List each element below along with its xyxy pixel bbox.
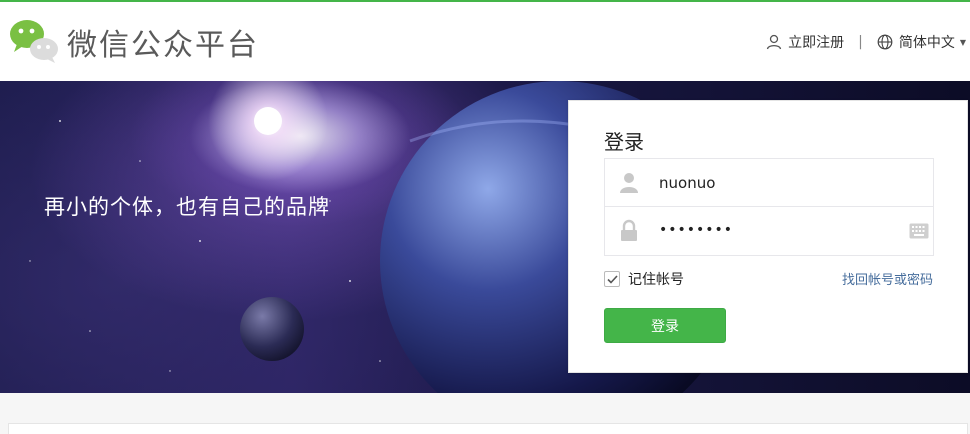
brand-title: 微信公众平台 <box>67 28 259 63</box>
register-label: 立即注册 <box>788 35 845 51</box>
language-label: 简体中文 <box>898 35 955 51</box>
remember-label: 记住帐号 <box>628 272 684 288</box>
header-nav: 立即注册 | 简体中文 ▼ <box>766 32 966 52</box>
nav-separator: | <box>858 34 863 50</box>
register-link[interactable]: 立即注册 <box>766 32 844 52</box>
user-icon <box>766 34 782 50</box>
wechat-logo-icon <box>10 20 58 63</box>
password-input[interactable] <box>659 222 899 238</box>
username-input[interactable] <box>659 174 899 192</box>
username-field[interactable] <box>604 158 934 207</box>
checkmark-icon <box>606 274 618 284</box>
keyboard-icon[interactable] <box>909 223 929 239</box>
person-icon <box>620 173 638 193</box>
content-card <box>8 423 968 434</box>
login-title: 登录 <box>604 130 644 154</box>
remember-account[interactable]: 记住帐号 <box>604 269 684 289</box>
login-button[interactable]: 登录 <box>604 308 726 343</box>
banner-tagline: 再小的个体，也有自己的品牌 <box>44 195 330 219</box>
lock-icon <box>621 219 637 241</box>
lower-section <box>0 393 970 434</box>
forgot-password-link[interactable]: 找回帐号或密码 <box>842 269 933 288</box>
login-panel: 登录 记住帐号 找回帐号或密码 登录 <box>568 100 968 373</box>
globe-icon <box>877 34 893 50</box>
password-field[interactable] <box>604 207 934 256</box>
language-selector[interactable]: 简体中文 ▼ <box>877 32 966 52</box>
caret-down-icon: ▼ <box>959 37 966 47</box>
remember-checkbox[interactable] <box>604 271 620 287</box>
header: 微信公众平台 立即注册 | 简体中文 ▼ <box>0 2 970 81</box>
